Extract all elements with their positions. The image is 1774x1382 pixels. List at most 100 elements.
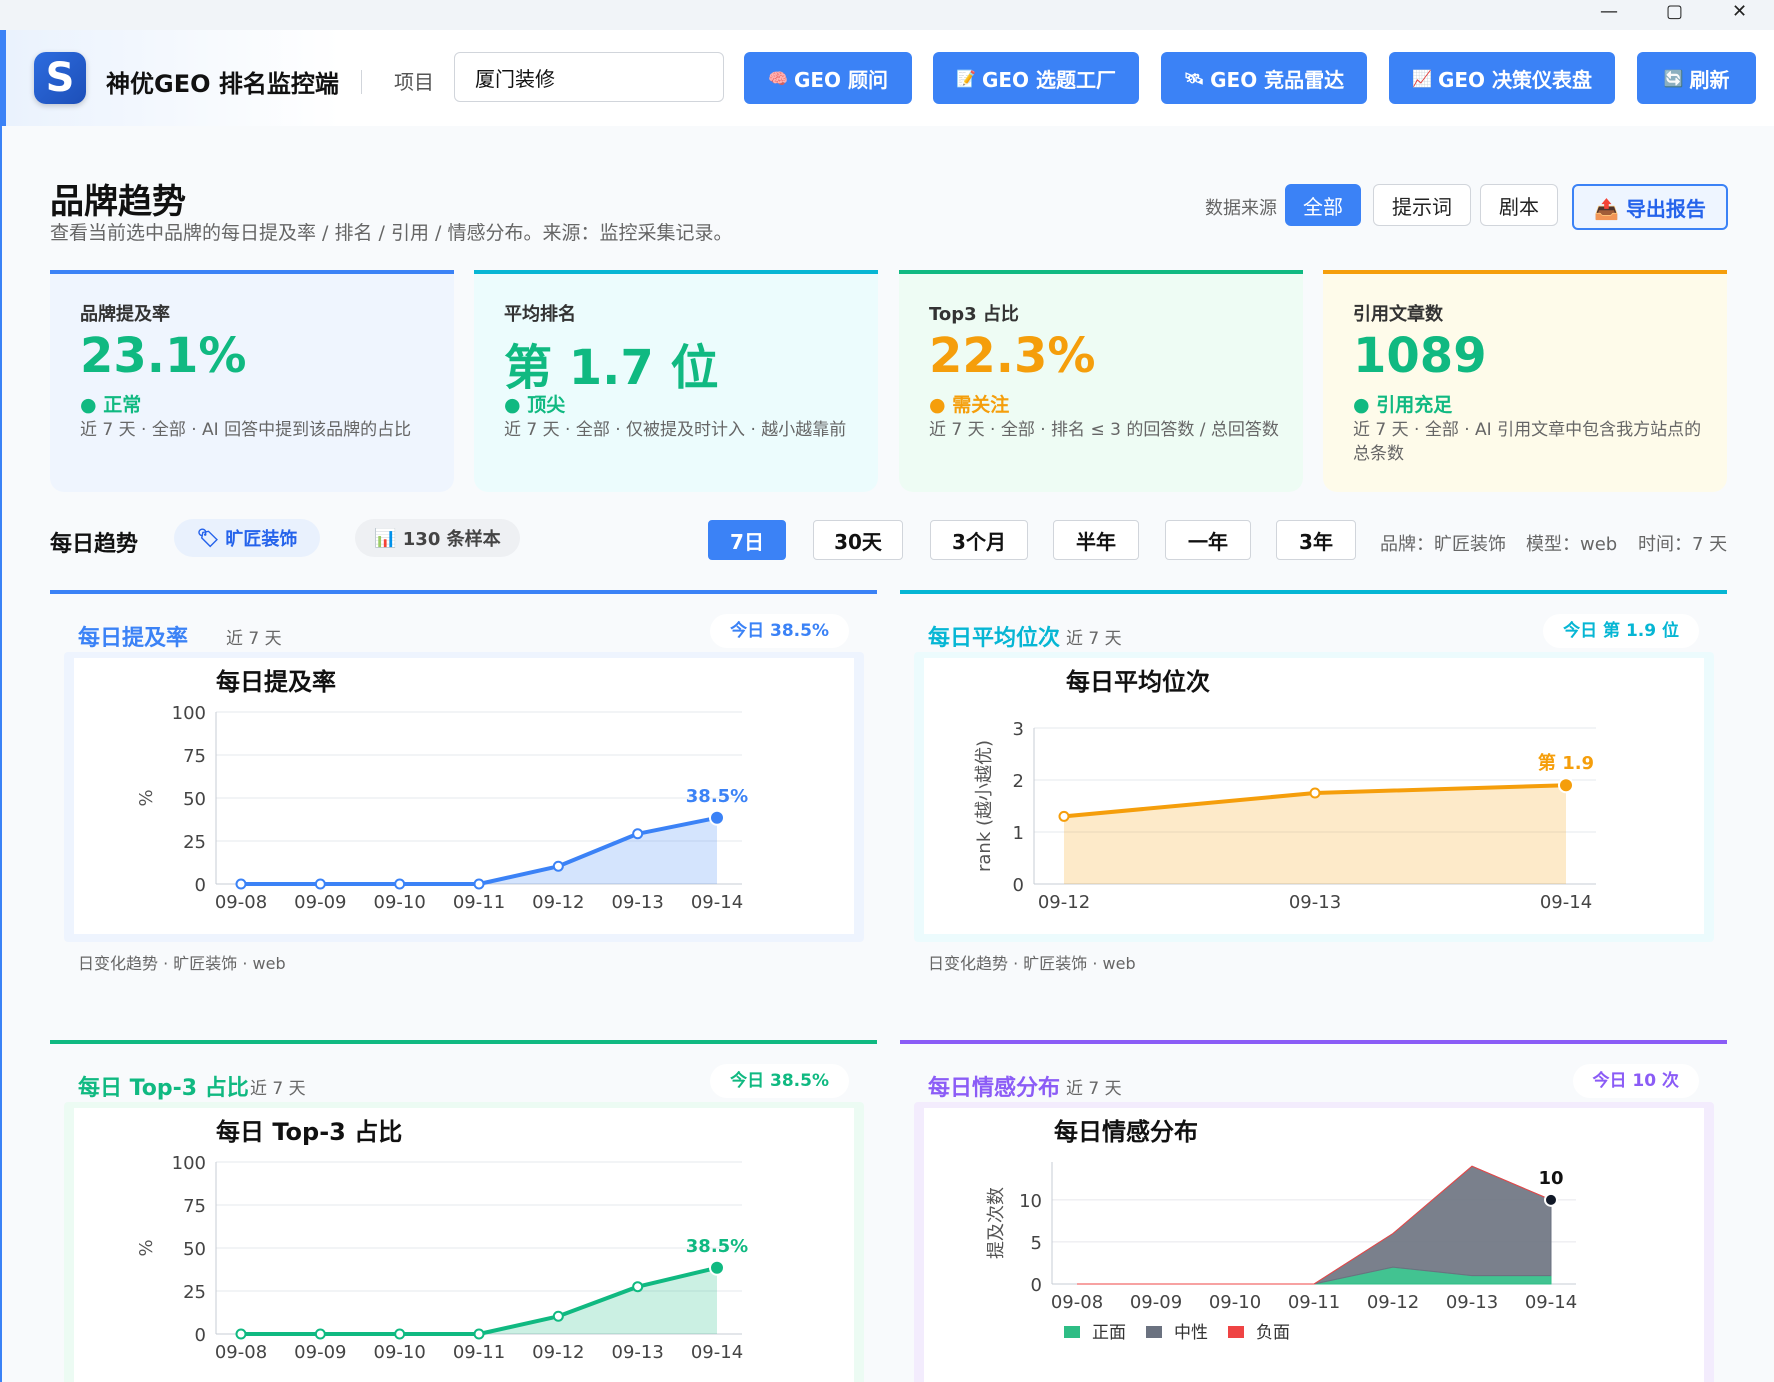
- memo-icon: 📝: [956, 68, 976, 88]
- y-tick-label: 5: [1031, 1233, 1042, 1254]
- maximize-icon[interactable]: ▢: [1666, 3, 1683, 21]
- chart-svg: 每日提及率 0 25 50 75 100% 09-08 09-09 09-10 09-11 09-1…: [136, 668, 748, 913]
- page-subtitle: 查看当前选中品牌的每日提及率 / 排名 / 引用 / 情感分布。来源：监控采集记…: [50, 222, 733, 244]
- last-value-label: 38.5%: [686, 1236, 748, 1257]
- y-axis-label: 提及次数: [986, 1187, 1007, 1259]
- x-tick-label: 09-11: [1288, 1292, 1340, 1313]
- data-point: [552, 1310, 564, 1322]
- y-tick-label: 3: [1013, 719, 1024, 740]
- chart-card: 每日情感分布近 7 天今日 10 次每日情感分布 0 5 10 提及次数 09-08 09-…: [900, 1040, 1727, 1382]
- x-tick-label: 09-11: [453, 1342, 505, 1363]
- chart-card-subtitle: 近 7 天: [226, 629, 282, 649]
- range-1y[interactable]: 一年: [1165, 520, 1251, 560]
- chart-card-subtitle: 近 7 天: [1066, 1079, 1122, 1099]
- satellite-icon: 🛰: [1183, 68, 1205, 88]
- chart-card-title: 每日提及率: [78, 626, 189, 651]
- kpi-card: 引用文章数 1089 ● 引用充足近 7 天 · 全部 · AI 引用文章中包含我方…: [1323, 270, 1727, 492]
- today-badge: 今日 38.5%: [710, 614, 849, 648]
- kpi-description: 近 7 天 · 全部 · 排名 ≤ 3 的回答数 / 总回答数: [929, 420, 1279, 440]
- y-tick-label: 50: [183, 1239, 206, 1260]
- geo-decision-dashboard-button[interactable]: 📈 GEO 决策仪表盘: [1389, 52, 1615, 104]
- data-point: [709, 1259, 725, 1276]
- refresh-button[interactable]: 🔄 刷新: [1637, 52, 1756, 104]
- meta-brand: 品牌：旷匠装饰: [1380, 534, 1506, 555]
- y-tick-label: 0: [1031, 1275, 1042, 1296]
- y-tick-label: 75: [183, 746, 206, 767]
- last-point: [1544, 1192, 1558, 1207]
- datasource-prompts[interactable]: 提示词: [1373, 184, 1471, 226]
- chart-canvas: 每日平均位次 0 1 2 3 rank (越小越优) 09-12 09-13 09-14 第 1.…: [924, 658, 1704, 934]
- kpi-status: ● 引用充足: [1353, 394, 1453, 416]
- window-titlebar: — ▢ ✕: [0, 0, 1774, 30]
- project-label: 项目: [394, 70, 434, 94]
- project-input[interactable]: [454, 52, 724, 102]
- y-axis-label: %: [136, 1239, 157, 1256]
- datasource-scripts[interactable]: 剧本: [1480, 184, 1558, 226]
- y-axis-label: %: [136, 789, 157, 806]
- kpi-card: 平均排名第 1.7 位 ● 顶尖近 7 天 · 全部 · 仅被提及时计入 · 越小…: [474, 270, 878, 492]
- series-area: [241, 1267, 717, 1334]
- chart-title: 每日情感分布: [1054, 1118, 1198, 1146]
- export-report-button[interactable]: 📤 导出报告: [1572, 184, 1728, 230]
- data-point: [632, 828, 644, 840]
- range-6m[interactable]: 半年: [1053, 520, 1139, 560]
- chart-canvas: 每日提及率 0 25 50 75 100% 09-08 09-09 09-10 09-11 09-1…: [74, 658, 854, 934]
- data-point: [473, 1328, 485, 1340]
- chart-title: 每日提及率: [216, 668, 336, 696]
- x-tick-label: 09-14: [691, 892, 743, 913]
- app-header: S 神优GEO 排名监控端 项目 🧠GEO 顾问 📝GEO 选题工厂 🛰GEO …: [0, 30, 1774, 126]
- main-content: 品牌趋势 查看当前选中品牌的每日提及率 / 排名 / 引用 / 情感分布。来源：…: [2, 126, 1774, 1382]
- data-point: [394, 1328, 406, 1340]
- data-point: [235, 878, 247, 890]
- kpi-value: 22.3%: [929, 328, 1096, 384]
- y-tick-label: 25: [183, 1282, 206, 1303]
- brand-chip: 🏷 旷匠装饰: [174, 519, 320, 557]
- kpi-value: 23.1%: [80, 328, 247, 384]
- y-tick-label: 10: [1019, 1191, 1042, 1212]
- geo-advisor-button[interactable]: 🧠 GEO 顾问: [744, 52, 912, 104]
- range-3m[interactable]: 3个月: [930, 520, 1028, 560]
- app-name: 神优GEO 排名监控端: [106, 70, 339, 98]
- geo-competitor-radar-button[interactable]: 🛰 GEO 竞品雷达: [1161, 52, 1367, 104]
- y-tick-label: 50: [183, 789, 206, 810]
- datasource-all[interactable]: 全部: [1285, 184, 1361, 226]
- kpi-status: ● 需关注: [929, 394, 1010, 416]
- x-tick-label: 09-11: [453, 892, 505, 913]
- chart-svg: 每日 Top-3 占比 0 25 50 75 100% 09-08 09-09 09-10 09-…: [136, 1118, 748, 1363]
- series-area: [241, 817, 717, 884]
- export-icon: 📤: [1594, 196, 1619, 221]
- kpi-label: 平均排名: [504, 304, 576, 325]
- today-badge: 今日 10 次: [1572, 1064, 1699, 1098]
- y-axis-label: rank (越小越优): [974, 740, 995, 872]
- chart-canvas: 每日 Top-3 占比 0 25 50 75 100% 09-08 09-09 09-10 09-…: [74, 1108, 854, 1382]
- x-tick-label: 09-12: [532, 1342, 584, 1363]
- datasource-label: 数据来源: [1205, 198, 1277, 219]
- geo-topic-factory-button[interactable]: 📝 GEO 选题工厂: [933, 52, 1139, 104]
- y-tick-label: 0: [195, 1325, 206, 1346]
- legend-swatch: [1064, 1326, 1080, 1338]
- bar-chart-icon: 📊: [374, 527, 397, 549]
- app-logo: S: [34, 52, 86, 104]
- kpi-value: 1089: [1353, 328, 1487, 384]
- data-point: [709, 809, 725, 826]
- refresh-icon: 🔄: [1663, 68, 1684, 88]
- legend-swatch: [1228, 1326, 1244, 1338]
- chart-card-subtitle: 近 7 天: [1066, 629, 1122, 649]
- kpi-status: ● 顶尖: [504, 394, 566, 416]
- brain-icon: 🧠: [768, 68, 788, 88]
- legend-label: 负面: [1256, 1323, 1290, 1343]
- range-30d[interactable]: 30天: [813, 520, 903, 560]
- chart-title: 每日 Top-3 占比: [216, 1118, 402, 1146]
- range-7d[interactable]: 7日: [708, 520, 786, 560]
- close-icon[interactable]: ✕: [1732, 3, 1747, 21]
- kpi-label: 品牌提及率: [80, 304, 170, 325]
- minimize-icon[interactable]: —: [1600, 3, 1618, 21]
- y-tick-label: 100: [172, 1153, 206, 1174]
- data-point: [1558, 777, 1574, 794]
- chart-card-subtitle: 近 7 天: [250, 1079, 306, 1099]
- kpi-value: 第 1.7 位: [504, 340, 719, 396]
- kpi-label: 引用文章数: [1353, 304, 1443, 325]
- data-point: [235, 1328, 247, 1340]
- data-point: [314, 878, 326, 890]
- range-3y[interactable]: 3年: [1276, 520, 1356, 560]
